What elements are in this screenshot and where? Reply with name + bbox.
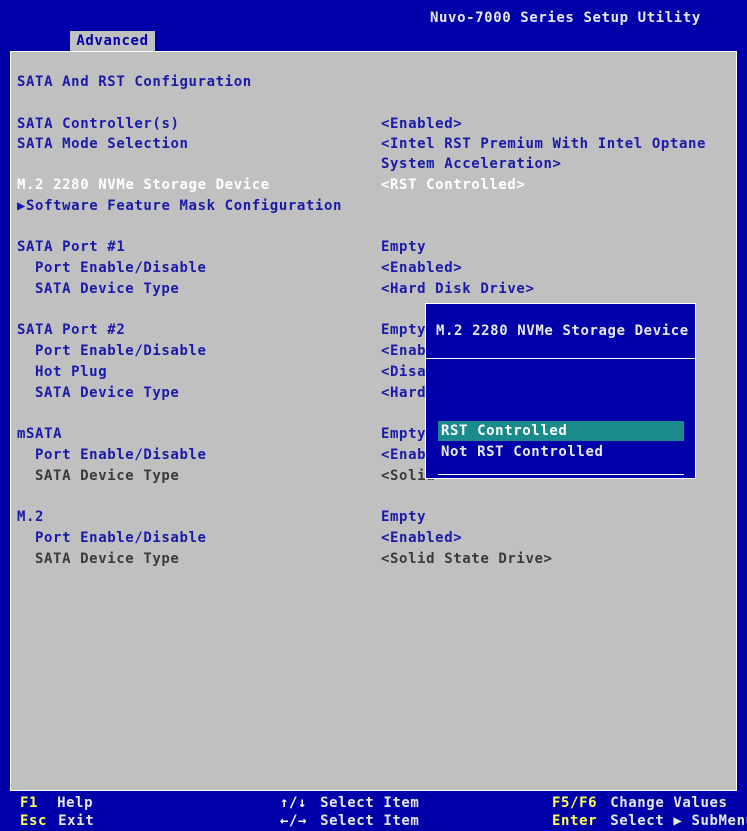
sata-mode-value-cont: System Acceleration> <box>381 156 562 172</box>
sata-mode-label[interactable]: SATA Mode Selection <box>17 134 189 154</box>
sata-port2-value: Empty <box>381 322 427 338</box>
hot-plug-label[interactable]: Hot Plug <box>35 362 107 382</box>
f5f6-label: Change Values <box>610 795 728 811</box>
port1-enable-label[interactable]: Port Enable/Disable <box>35 258 207 278</box>
enter-label: Select ▶ SubMenu <box>610 813 747 829</box>
bios-screen: Nuvo-7000 Series Setup Utility Advanced … <box>0 0 747 831</box>
software-feature-mask-link[interactable]: ▶Software Feature Mask Configuration <box>17 196 342 216</box>
msata-enable-label[interactable]: Port Enable/Disable <box>35 445 207 465</box>
f1-key: F1 <box>20 795 39 811</box>
updown-label: Select Item <box>320 795 420 811</box>
m2-enable-label[interactable]: Port Enable/Disable <box>35 528 207 548</box>
port2-device-type-label[interactable]: SATA Device Type <box>35 383 179 403</box>
port2-device-type-value[interactable]: <Hard <box>381 383 426 403</box>
footer-updown: ↑/↓ Select Item <box>280 793 419 813</box>
app-title: Nuvo-7000 Series Setup Utility <box>430 10 701 26</box>
msata-device-type-label: SATA Device Type <box>35 468 180 484</box>
esc-key: Esc <box>20 813 48 829</box>
updown-key: ↑/↓ <box>280 795 308 811</box>
footer-leftright: ←/→ Select Item <box>280 811 419 831</box>
options-popup: M.2 2280 NVMe Storage Device RST Control… <box>425 303 696 479</box>
leftright-label: Select Item <box>320 813 420 829</box>
esc-label: Exit <box>58 813 95 829</box>
sata-controllers-value[interactable]: <Enabled> <box>381 114 462 134</box>
popup-option-not-rst-controlled[interactable]: Not RST Controlled <box>438 442 684 462</box>
port1-device-type-value[interactable]: <Hard Disk Drive> <box>381 279 535 299</box>
nvme-device-value[interactable]: <RST Controlled> <box>381 175 525 195</box>
m2-device-type-value: <Solid State Drive> <box>381 551 553 567</box>
m2-label: M.2 <box>17 509 45 525</box>
f1-label: Help <box>57 795 94 811</box>
footer-f5f6: F5/F6 Change Values <box>552 793 728 813</box>
footer-help: F1 Help Esc Exit ↑/↓ Select Item ←/→ Sel… <box>0 791 747 831</box>
m2-enable-value[interactable]: <Enabled> <box>381 528 462 548</box>
sata-port1-label: SATA Port #1 <box>17 239 126 255</box>
popup-option-rst-controlled[interactable]: RST Controlled <box>438 421 684 441</box>
footer-f1: F1 Help <box>20 793 93 813</box>
sata-mode-value[interactable]: <Intel RST Premium With Intel Optane <box>381 134 706 154</box>
m2-device-type-label: SATA Device Type <box>35 551 180 567</box>
footer-esc: Esc Exit <box>20 811 94 831</box>
popup-title: M.2 2280 NVMe Storage Device <box>436 323 689 339</box>
msata-label: mSATA <box>17 426 63 442</box>
msata-value: Empty <box>381 426 427 442</box>
port1-enable-value[interactable]: <Enabled> <box>381 258 462 278</box>
f5f6-key: F5/F6 <box>552 795 598 811</box>
port1-device-type-label[interactable]: SATA Device Type <box>35 279 179 299</box>
enter-key: Enter <box>552 813 598 829</box>
m2-value: Empty <box>381 509 427 525</box>
sata-controllers-label[interactable]: SATA Controller(s) <box>17 114 180 134</box>
page-heading: SATA And RST Configuration <box>17 74 252 90</box>
title-bar: Nuvo-7000 Series Setup Utility <box>0 0 747 31</box>
tab-advanced[interactable]: Advanced <box>70 31 155 51</box>
sata-port1-value: Empty <box>381 239 427 255</box>
popup-bottom-border <box>438 474 684 475</box>
port2-enable-label[interactable]: Port Enable/Disable <box>35 341 207 361</box>
popup-divider <box>426 358 695 359</box>
leftright-key: ←/→ <box>280 813 308 829</box>
footer-enter: Enter Select ▶ SubMenu <box>552 811 747 831</box>
nvme-device-label[interactable]: M.2 2280 NVMe Storage Device <box>17 175 270 195</box>
sata-port2-label: SATA Port #2 <box>17 322 126 338</box>
